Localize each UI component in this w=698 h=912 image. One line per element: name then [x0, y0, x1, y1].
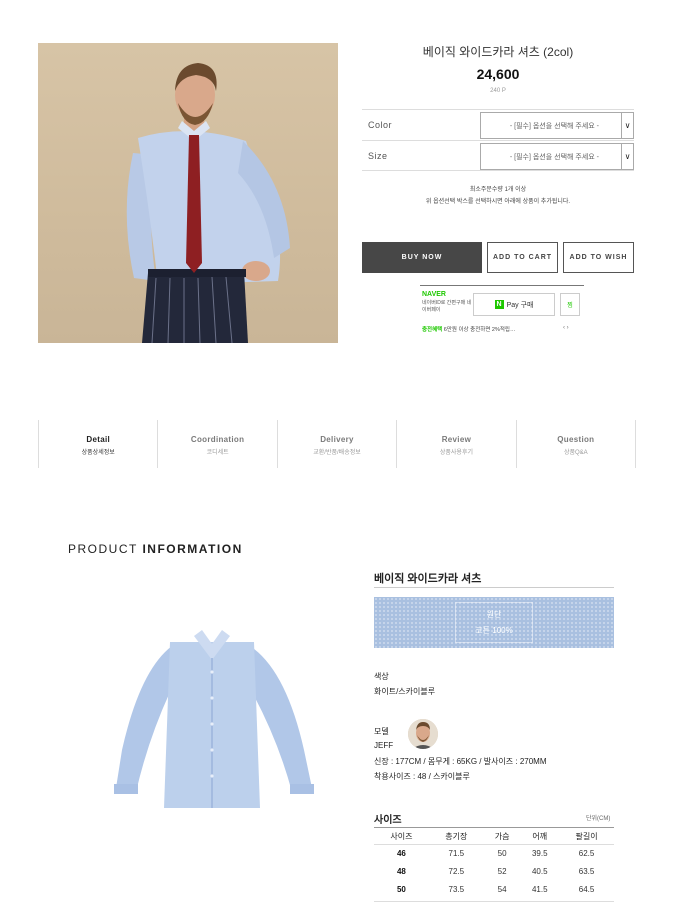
color-value: 화이트/스카이블루	[374, 687, 436, 696]
divider	[374, 901, 614, 902]
size-col-header: 사이즈	[374, 827, 429, 845]
size-cell: 71.5	[448, 849, 465, 859]
size-cell: 39.5	[531, 849, 548, 859]
size-unit: 단위(CM)	[586, 816, 611, 822]
naver-logo: NAVER	[422, 291, 446, 298]
tab-question[interactable]: Question 상품Q&A	[517, 420, 637, 468]
divider	[374, 587, 614, 588]
promo-text: 6만원 이상 충전하면 2%적립…	[443, 327, 516, 333]
color-select[interactable]: - [필수] 옵션을 선택해 주세요 - ∨	[480, 112, 634, 139]
model-wearing-size: 착용사이즈 : 48 / 스카이블루	[374, 772, 470, 781]
size-cell: 73.5	[448, 885, 465, 894]
size-cell: 41.5	[531, 885, 548, 894]
tab-sublabel: 코디세트	[206, 450, 229, 456]
heading-light: PRODUCT	[68, 542, 138, 556]
add-to-cart-button[interactable]: ADD TO CART	[487, 242, 558, 273]
fabric-swatch: 원단 코튼 100%	[374, 597, 614, 648]
tab-review[interactable]: Review 상품사용후기	[397, 420, 517, 468]
table-row: 48 72.5 52 40.5 63.5	[374, 863, 614, 881]
tab-sublabel: 교환/반품/배송정보	[313, 450, 361, 456]
tab-delivery[interactable]: Delivery 교환/반품/배송정보	[278, 420, 398, 468]
naver-pay-button[interactable]: N Pay 구매	[473, 293, 555, 316]
model-name: JEFF	[374, 741, 394, 750]
model-spec: 신장 : 177CM / 몸무게 : 65KG / 발사이즈 : 270MM	[374, 757, 547, 766]
add-to-wish-button[interactable]: ADD TO WISH	[563, 242, 634, 273]
size-table-title: 사이즈	[374, 815, 402, 826]
option-row-size: Size - [필수] 옵션을 선택해 주세요 - ∨	[362, 140, 634, 171]
tab-label: Question	[557, 435, 595, 444]
tab-coordination[interactable]: Coordination 코디세트	[158, 420, 278, 468]
naver-n-icon: N	[494, 300, 504, 309]
product-price: 24,600	[476, 66, 520, 82]
naver-pay-promo: 충전혜택 6만원 이상 충전하면 2%적립…	[422, 325, 515, 333]
size-select[interactable]: - [필수] 옵션을 선택해 주세요 - ∨	[480, 143, 634, 170]
size-cell: 46	[396, 849, 406, 859]
shirt-flat-image	[100, 630, 325, 810]
table-row: 50 73.5 54 41.5 64.5	[374, 881, 614, 899]
tab-sublabel: 상품사용후기	[439, 450, 473, 456]
model-avatar	[408, 719, 438, 749]
tab-detail[interactable]: Detail 상품상세정보	[39, 420, 159, 468]
size-cell: 48	[396, 867, 406, 876]
size-col-header: 어깨	[520, 827, 560, 845]
tab-label: Delivery	[320, 435, 354, 444]
option-notice: 위 옵션선택 박스를 선택하시면 아래에 상품이 추가됩니다.	[425, 199, 571, 205]
buy-now-button[interactable]: BUY NOW	[362, 242, 482, 273]
spec-product-name: 베이직 와이드카라 셔츠	[374, 573, 482, 585]
tab-label: Coordination	[190, 435, 245, 444]
size-cell: 64.5	[578, 885, 595, 894]
naver-pay-caption: 네이버ID로 간편구매 네이버페이	[422, 300, 472, 313]
tab-sublabel: 상품상세정보	[81, 450, 115, 456]
size-col-header: 가슴	[483, 827, 521, 845]
color-select-value: - [필수] 옵션을 선택해 주세요 -	[509, 122, 599, 130]
size-table: 사이즈 총기장 가슴 어깨 팔길이 46 71.5 50 39.5 62.5 4…	[374, 827, 614, 899]
size-cell: 54	[497, 885, 507, 894]
product-title: 베이직 와이드카라 셔츠 (2col)	[422, 45, 574, 59]
table-row: 46 71.5 50 39.5 62.5	[374, 845, 614, 863]
size-cell: 50	[497, 849, 507, 859]
product-info-heading: PRODUCT INFORMATION	[68, 542, 243, 556]
tab-label: Detail	[86, 435, 110, 444]
heading-bold: INFORMATION	[142, 542, 243, 556]
size-cell: 72.5	[448, 867, 465, 876]
option-label-color: Color	[368, 120, 393, 130]
product-main-image	[38, 43, 338, 343]
size-cell: 40.5	[531, 867, 548, 876]
chevron-down-icon[interactable]: ∨	[621, 144, 633, 169]
fabric-label-box: 원단 코튼 100%	[455, 602, 533, 643]
promo-pager[interactable]: ‹ ›	[563, 325, 569, 331]
size-cell: 62.5	[578, 849, 595, 859]
size-cell: 52	[497, 867, 507, 876]
size-cell: 50	[396, 885, 406, 894]
naver-zzim-button[interactable]: 찜	[560, 293, 580, 316]
size-col-header: 총기장	[428, 827, 484, 845]
tab-label: Review	[441, 435, 472, 444]
size-col-header: 팔길이	[559, 827, 614, 845]
tab-sublabel: 상품Q&A	[563, 450, 588, 456]
size-table-header: 사이즈 총기장 가슴 어깨 팔길이	[374, 827, 614, 845]
color-label: 색상	[374, 672, 389, 681]
fabric-value: 코튼 100%	[475, 626, 513, 635]
option-row-color: Color - [필수] 옵션을 선택해 주세요 - ∨	[362, 109, 634, 140]
promo-highlight: 충전혜택	[422, 327, 443, 333]
product-points: 240 P	[490, 88, 506, 94]
size-cell: 63.5	[578, 867, 595, 876]
naver-pay-widget: NAVER 네이버ID로 간편구매 네이버페이 N Pay 구매 찜 충전혜택 …	[420, 285, 584, 337]
chevron-down-icon[interactable]: ∨	[621, 113, 633, 138]
naver-pay-label: Pay 구매	[506, 301, 534, 309]
detail-tabs: Detail 상품상세정보 Coordination 코디세트 Delivery…	[38, 420, 637, 468]
min-order-notice: 최소주문수량 1개 이상	[469, 187, 527, 193]
option-label-size: Size	[368, 150, 388, 161]
size-select-value: - [필수] 옵션을 선택해 주세요 -	[509, 153, 599, 161]
fabric-label: 원단	[486, 610, 502, 619]
model-label: 모델	[374, 727, 389, 736]
